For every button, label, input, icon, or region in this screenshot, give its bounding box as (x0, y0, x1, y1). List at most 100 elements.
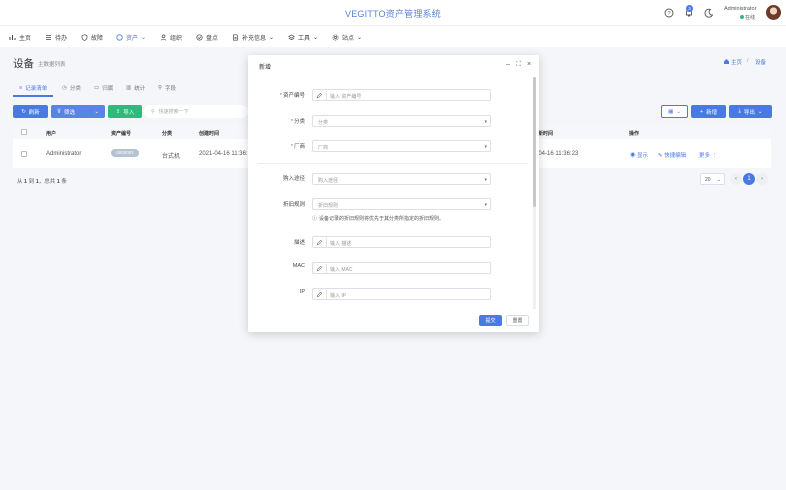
page-button-current[interactable]: 1 (743, 173, 755, 185)
pencil-icon (316, 291, 323, 298)
tab-records[interactable]: ≡ 记录清单 (19, 84, 47, 92)
tab-label: 统计 (134, 86, 146, 92)
column-header-actions: 操作 (629, 131, 640, 137)
input-separator (326, 91, 327, 100)
search-input[interactable]: ⚲ 快速搜索一下 (144, 105, 248, 118)
close-icon[interactable]: × (527, 61, 531, 68)
label-text: MAC (292, 263, 305, 269)
required-mark: * (279, 93, 282, 99)
ip-input[interactable]: 输入 IP (312, 288, 491, 300)
field-label-ip: IP (248, 289, 305, 295)
nav-label: 盘点 (206, 36, 219, 42)
tab-category[interactable]: ◷ 分类 (62, 84, 81, 92)
label-text: 厂商 (293, 144, 305, 150)
button-label: 导出 (743, 109, 755, 116)
page-size-select[interactable]: 20 ⌄ (700, 173, 725, 185)
nav-item-org[interactable]: 组织 (160, 33, 182, 42)
action-label: 显示 (637, 153, 649, 159)
field-label-description: 描述 (248, 238, 305, 246)
eye-icon: ◉ (630, 153, 636, 159)
next-page-button[interactable]: › (756, 173, 768, 185)
placeholder: 输入 MAC (330, 267, 353, 273)
purchase-channel-select[interactable]: 购入途径 ▾ (312, 173, 491, 185)
avatar[interactable] (766, 5, 781, 20)
input-separator (326, 264, 327, 273)
cell-asset-no[interactable]: 0000001 (111, 149, 139, 157)
action-label: 快捷编辑 (664, 153, 687, 159)
columns-toggle-button[interactable]: ▦ ⌄ (661, 105, 688, 118)
field-label-mac: MAC (248, 263, 305, 269)
create-button[interactable]: + 新增 (691, 105, 726, 118)
tab-stats[interactable]: ▥ 统计 (126, 84, 145, 92)
modal-scrollbar-thumb[interactable] (533, 77, 536, 207)
label-text: 分类 (293, 119, 305, 125)
mac-input[interactable]: 输入 MAC (312, 262, 491, 274)
nav-item-inventory[interactable]: 盘点 (196, 33, 218, 42)
asset-no-input[interactable]: 输入 资产编号 (312, 89, 491, 101)
column-header-asset-no[interactable]: 资产编号 (111, 130, 131, 137)
show-action[interactable]: ◉ 显示 (630, 151, 648, 159)
maximize-icon[interactable]: ⛶ (516, 61, 521, 69)
label-text: 资产编号 (282, 93, 305, 99)
page-size-value: 20 (705, 177, 711, 183)
user-status: 在线 (745, 15, 756, 21)
field-label-asset-no: *资产编号 (248, 91, 305, 99)
field-label-vendor: *厂商 (248, 142, 305, 150)
help-icon[interactable]: ? (664, 8, 674, 18)
reset-button[interactable]: 重置 (506, 315, 529, 326)
prev-page-button[interactable]: ‹ (730, 173, 742, 185)
import-button[interactable]: ⇪ 导入 (108, 105, 142, 118)
submit-button[interactable]: 提交 (479, 315, 502, 326)
breadcrumb-separator: / (747, 58, 749, 64)
category-select[interactable]: 分类 ▾ (312, 115, 491, 127)
vendor-select[interactable]: 厂商 ▾ (312, 140, 491, 152)
moon-icon[interactable] (704, 8, 714, 18)
summary-text: 到 (28, 179, 35, 185)
placeholder: 输入 资产编号 (330, 94, 362, 100)
top-header: VEGITTO资产管理系统 ? 3 Administrator 在线 (0, 0, 786, 25)
nav-item-assets[interactable]: 资产 ⌄ (116, 33, 146, 42)
plus-icon: + (699, 108, 704, 115)
button-label: 筛选 (64, 109, 76, 116)
minimize-icon[interactable]: – (506, 61, 510, 68)
placeholder: 输入 描述 (330, 241, 352, 247)
export-button[interactable]: ⤓ 导出 ⌄ (729, 105, 772, 118)
filter-button[interactable]: ⊽ 筛选 ⌄ (51, 105, 105, 118)
column-header-user[interactable]: 用户 (46, 130, 56, 137)
select-all-checkbox[interactable] (21, 129, 27, 135)
column-header-created[interactable]: 创建时间 (199, 130, 219, 137)
bar-chart-icon (9, 35, 16, 40)
nav-item-tools[interactable]: 工具 ⌄ (288, 33, 318, 42)
more-action[interactable]: 更多 ⋮ (699, 151, 717, 159)
chevron-down-icon: ⌄ (676, 108, 681, 115)
required-mark: * (290, 119, 293, 125)
nav-item-site[interactable]: 站点 ⌄ (332, 33, 362, 42)
depreciation-select[interactable]: 折旧规则 ▾ (312, 198, 491, 210)
row-checkbox[interactable] (21, 151, 27, 157)
tab-ownership[interactable]: ▭ 归属 (94, 84, 113, 92)
description-input[interactable]: 输入 描述 (312, 236, 491, 248)
nav-item-extra-info[interactable]: 补充信息 ⌄ (232, 33, 274, 42)
label-text: 折旧规则 (282, 202, 305, 208)
pencil-icon (316, 92, 323, 99)
nav-item-fault[interactable]: 故障 (81, 33, 103, 42)
column-header-category[interactable]: 分类 (162, 130, 172, 137)
chevron-down-icon: ⌄ (716, 177, 721, 183)
grid-icon: ▦ (668, 108, 674, 115)
placeholder: 厂商 (318, 145, 329, 151)
user-icon (160, 34, 167, 41)
field-label-purchase-channel: 购入途径 (248, 174, 305, 182)
cell-category: 台式机 (162, 154, 181, 160)
breadcrumb-home[interactable]: 主页 (731, 58, 742, 66)
button-label: 刷新 (28, 109, 40, 116)
more-icon: ⋮ (711, 153, 718, 159)
page-title: 设备 (13, 58, 34, 70)
user-name[interactable]: Administrator (724, 6, 756, 12)
quick-edit-action[interactable]: ✎ 快捷编辑 (658, 151, 686, 159)
nav-item-todo[interactable]: 待办 (45, 33, 67, 42)
refresh-button[interactable]: ↻ 刷新 (13, 105, 48, 118)
placeholder: 分类 (318, 120, 329, 126)
nav-item-home[interactable]: 主页 (9, 33, 31, 42)
tab-fields[interactable]: ⚲ 字段 (158, 84, 176, 92)
chevron-down-icon: ⌄ (357, 35, 363, 41)
